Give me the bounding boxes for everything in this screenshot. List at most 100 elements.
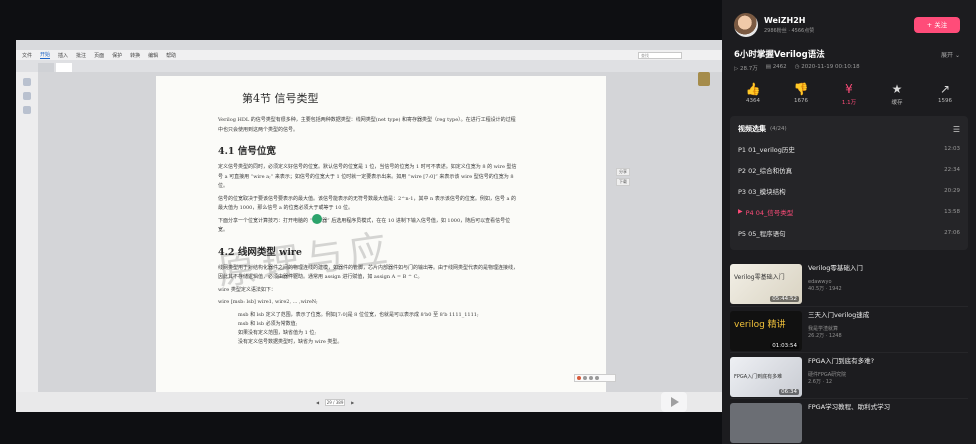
share-side-button[interactable]: 分享: [616, 168, 630, 176]
uploader-row: WeiZH2H 2986粉丝 · 4566点赞 + 关注: [722, 0, 976, 40]
danmaku-count: ▤ 2462: [765, 64, 787, 70]
duration-badge: 06:34: [779, 389, 799, 395]
episode-item-current[interactable]: ▶ P4 04_信号类型 13:58: [730, 201, 968, 222]
thumbnail-icon[interactable]: [23, 78, 31, 86]
paragraph: 定义信号类型的同时，必须定义好信号的位宽。默认信号的位宽是 1 位，当信号的位宽…: [218, 164, 517, 189]
cache-label: 缓存: [891, 100, 903, 106]
recommendation-stats: 40.5万 · 1942: [808, 286, 842, 292]
view-count: ▷ 28.7万: [734, 66, 758, 72]
window-titlebar: [16, 40, 722, 50]
doc-tab[interactable]: [38, 63, 54, 72]
menu-help[interactable]: 帮助: [166, 52, 176, 59]
video-thumbnail[interactable]: FPGA入门到底有多难 06:34: [730, 357, 802, 397]
bullet-item: msb 和 lsb 定义了范围，表示了位宽。例如[7:0]是 8 位位宽，也就是…: [238, 311, 479, 318]
cache-button[interactable]: ★ 缓存: [884, 82, 910, 106]
bookmark-icon[interactable]: [23, 92, 31, 100]
menu-file[interactable]: 文件: [22, 52, 32, 59]
duration-badge: 01:03:54: [770, 343, 799, 349]
floating-tool-strip[interactable]: [574, 374, 616, 382]
monitor-photo: 文件 开始 插入 批注 页面 保护 转换 编辑 帮助 查找 第4节 信号类型 V…: [0, 0, 722, 444]
doc-tab-active[interactable]: [56, 63, 72, 72]
menu-protect[interactable]: 保护: [112, 52, 122, 59]
recommended-video[interactable]: FPGA入门到底有多难 06:34 FPGA入门到底有多难? 硬件FPGA研究院…: [730, 352, 968, 398]
share-count: 1596: [938, 98, 952, 104]
search-input[interactable]: 查找: [638, 51, 682, 59]
recommendation-uploader: 我是学渣就算: [808, 326, 839, 332]
menu-edit[interactable]: 编辑: [148, 52, 158, 59]
tool-icon[interactable]: [583, 376, 587, 380]
bullet-item: 没有定义信号数据类型时，缺省为 wire 类型。: [238, 338, 343, 345]
episode-item[interactable]: P2 02_综合和仿真 22:34: [730, 159, 968, 180]
prev-page-icon[interactable]: ◀: [316, 400, 319, 405]
action-bar: 👍 4364 👎 1676 ¥1.1万 ★ 缓存 ↗ 1596: [722, 72, 976, 106]
recommendation-title[interactable]: FPGA学习教程、助利式学习: [808, 403, 890, 412]
document-tabs: [16, 60, 722, 72]
download-side-button[interactable]: 下载: [616, 178, 630, 186]
recommendation-title[interactable]: 三天入门verilog速成: [808, 311, 869, 320]
thumbnail-text: verilog 精讲: [734, 320, 786, 330]
menu-home[interactable]: 开始: [40, 51, 51, 59]
uploader-name[interactable]: WeiZH2H: [764, 16, 814, 25]
dislike-button[interactable]: 👎 1676: [788, 82, 814, 106]
recommended-video[interactable]: FPGA学习教程、助利式学习: [730, 398, 968, 444]
page-heading: 第4节 信号类型: [242, 92, 319, 105]
menu-insert[interactable]: 插入: [58, 52, 68, 59]
comment-icon[interactable]: [23, 106, 31, 114]
video-play-icon[interactable]: [661, 392, 687, 412]
recommended-video[interactable]: Verilog零基础入门 05:44:52 Verilog零基础入门 edaww…: [730, 260, 968, 306]
follow-button[interactable]: + 关注: [914, 17, 960, 33]
episode-item[interactable]: P3 03_模块结构 20:29: [730, 180, 968, 201]
stage: 文件 开始 插入 批注 页面 保护 转换 编辑 帮助 查找 第4节 信号类型 V…: [0, 0, 976, 444]
video-title-row: 6小时掌握Verilog语法 展开 ⌄: [722, 44, 976, 60]
menu-comment[interactable]: 批注: [76, 52, 86, 59]
tool-icon[interactable]: [589, 376, 593, 380]
recommendation-uploader: 硬件FPGA研究院: [808, 372, 847, 378]
record-icon[interactable]: [577, 376, 581, 380]
pdf-page: 第4节 信号类型 Verilog HDL 的信号类型有很多种，主要包括两种数据类…: [156, 76, 606, 396]
publish-date: ◷ 2020-11-19 00:10:18: [794, 64, 860, 70]
thumbs-down-icon: 👎: [793, 82, 809, 96]
coin-button[interactable]: ¥1.1万: [836, 82, 862, 106]
video-thumbnail[interactable]: Verilog零基础入门 05:44:52: [730, 264, 802, 304]
tool-icon[interactable]: [595, 376, 599, 380]
share-icon: ↗: [939, 82, 951, 96]
bullet-item: msb 和 lsb 必须为常数值;: [238, 320, 298, 327]
like-button[interactable]: 👍 4364: [740, 82, 766, 106]
video-thumbnail[interactable]: verilog 精讲 01:03:54: [730, 311, 802, 351]
intro-paragraph: Verilog HDL 的信号类型有很多种，主要包括两种数据类型：线网类型(ne…: [218, 117, 516, 133]
menu-page[interactable]: 页面: [94, 52, 104, 59]
recommendation-title[interactable]: Verilog零基础入门: [808, 264, 863, 273]
video-info-panel: WeiZH2H 2986粉丝 · 4566点赞 + 关注 6小时掌握Verilo…: [722, 0, 976, 444]
page-number-field[interactable]: 29 / 389: [325, 398, 346, 406]
video-title: 6小时掌握Verilog语法: [734, 50, 825, 60]
recommendation-stats: 26.2万 · 1248: [808, 333, 842, 339]
share-button[interactable]: ↗ 1596: [932, 82, 958, 106]
like-count: 4364: [746, 98, 760, 104]
uploader-stats: 2986粉丝 · 4566点赞: [764, 28, 815, 34]
thumbs-up-icon: 👍: [745, 82, 761, 96]
recommendation-info: FPGA入门到底有多难? 硬件FPGA研究院 2.6万 · 12: [808, 357, 874, 398]
avatar[interactable]: [734, 13, 758, 37]
assistant-icon[interactable]: [698, 72, 710, 86]
thumbnail-text: FPGA入门到底有多难: [734, 374, 783, 380]
video-thumbnail[interactable]: [730, 403, 802, 443]
cursor-highlight: [312, 214, 322, 224]
recommendation-title[interactable]: FPGA入门到底有多难?: [808, 357, 874, 366]
episode-playlist: 视频选集 (4/24) ☰ P1 01_verilog历史 12:03 P2 02…: [730, 116, 968, 250]
recommendation-stats: 2.6万 · 12: [808, 379, 833, 385]
playlist-header: 视频选集 (4/24) ☰: [730, 116, 968, 138]
recommended-video[interactable]: verilog 精讲 01:03:54 三天入门verilog速成 我是学渣就算…: [730, 306, 968, 352]
expand-button[interactable]: 展开 ⌄: [941, 50, 960, 59]
episode-item[interactable]: P5 05_程序语句 27:06: [730, 222, 968, 243]
list-view-icon[interactable]: ☰: [953, 125, 960, 134]
episode-item[interactable]: P1 01_verilog历史 12:03: [730, 138, 968, 159]
recommendation-info: Verilog零基础入门 edawwyo 40.5万 · 1942: [808, 264, 863, 306]
chevron-down-icon: ⌄: [954, 51, 960, 59]
danmaku-icon: ▤: [765, 64, 771, 70]
next-page-icon[interactable]: ▶: [351, 400, 354, 405]
playing-icon: ▶: [738, 208, 743, 215]
clock-icon: ◷: [794, 64, 800, 70]
menu-convert[interactable]: 转换: [130, 52, 140, 59]
recommendation-info: 三天入门verilog速成 我是学渣就算 26.2万 · 1248: [808, 311, 869, 352]
coin-icon: ¥: [845, 82, 853, 96]
